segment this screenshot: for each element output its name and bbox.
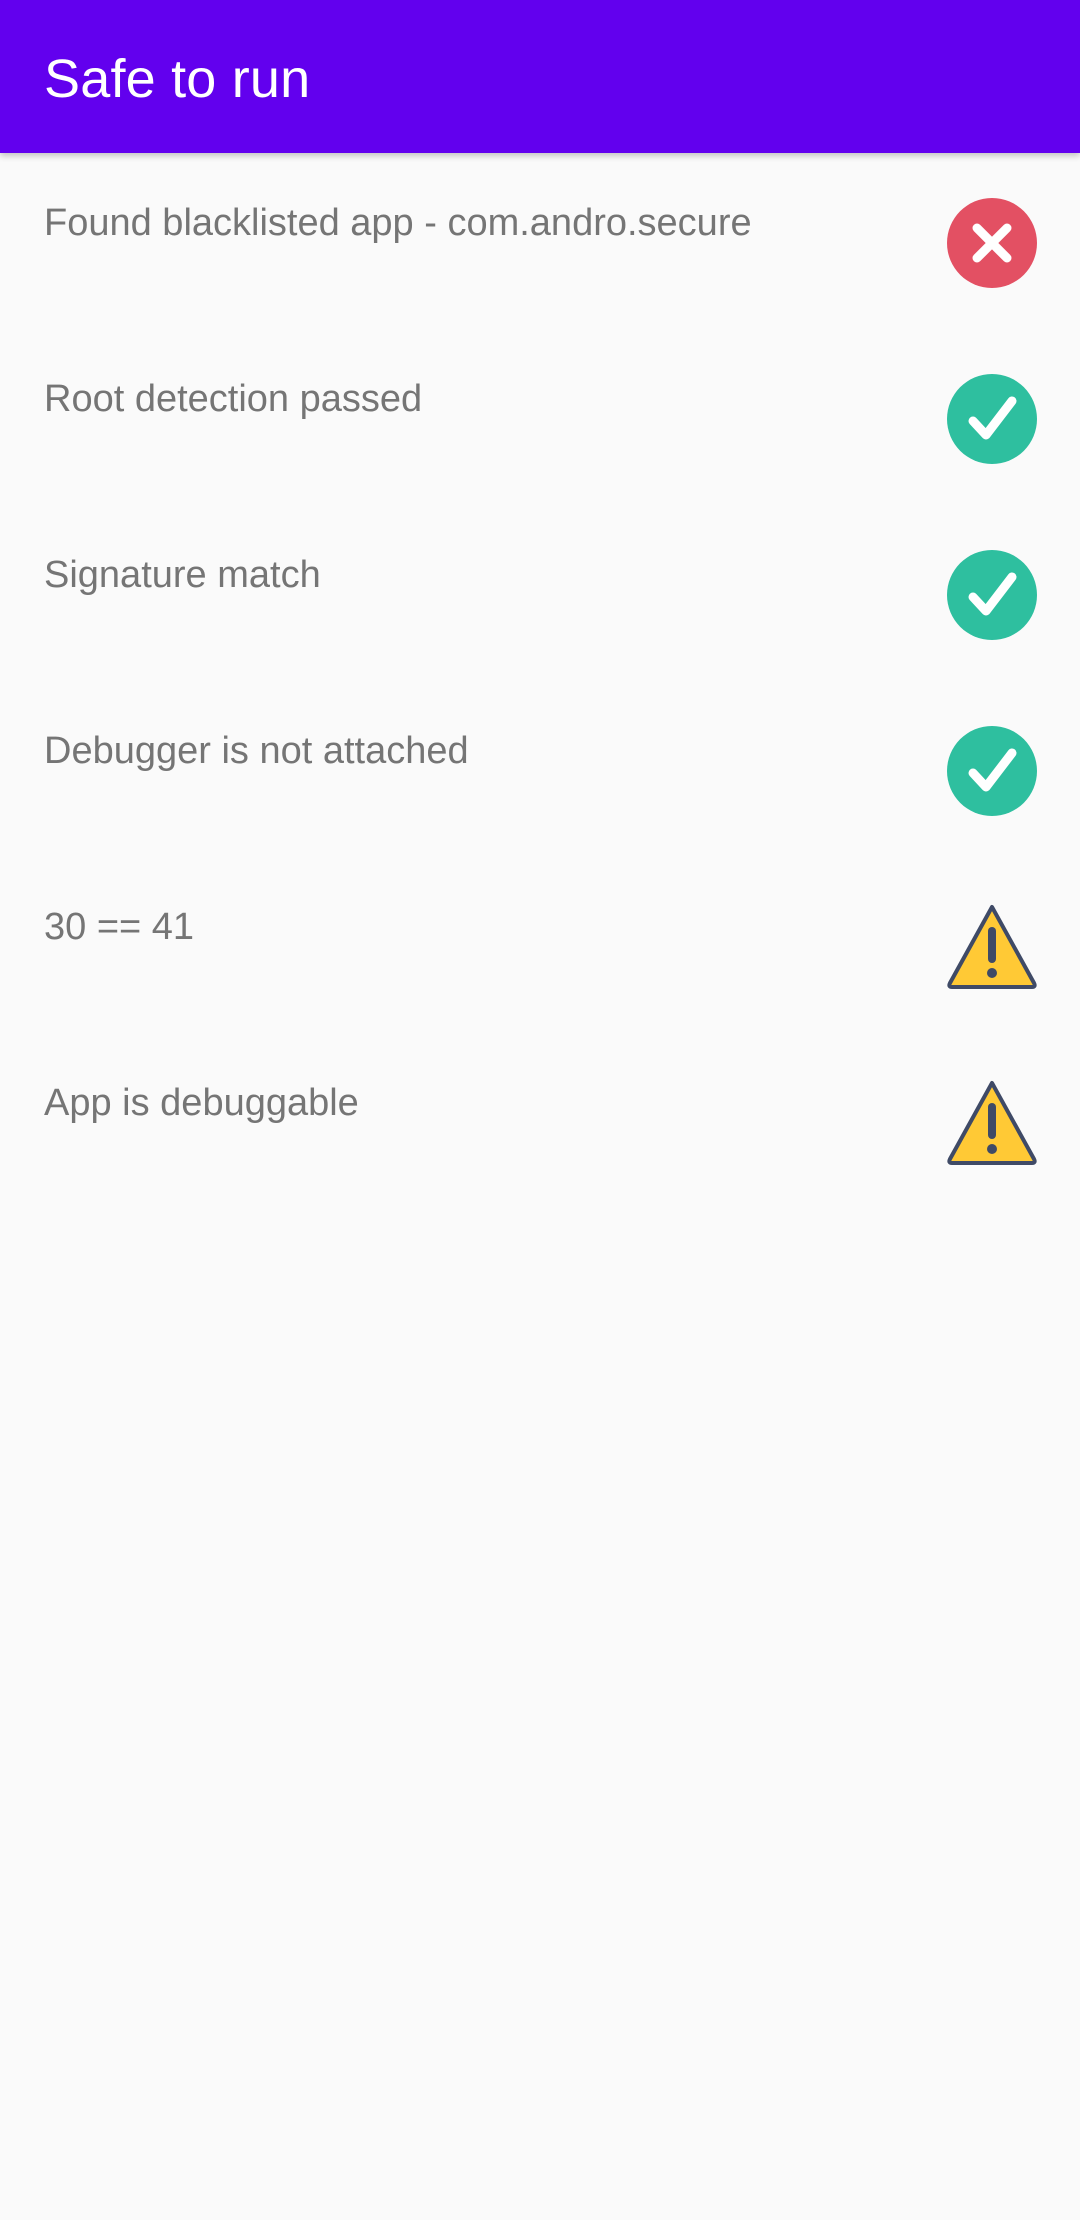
check-row-root-detection: Root detection passed: [0, 329, 1080, 505]
check-label: Signature match: [44, 554, 321, 596]
warning-triangle-icon: [946, 1077, 1038, 1169]
check-label: Found blacklisted app - com.andro.secure: [44, 202, 752, 244]
check-label: Debugger is not attached: [44, 730, 469, 772]
check-row-comparison: 30 == 41: [0, 857, 1080, 1033]
check-circle-icon: [946, 725, 1038, 817]
app-title: Safe to run: [44, 49, 311, 109]
app-bar: Safe to run: [0, 0, 1080, 153]
warning-triangle-icon: [946, 901, 1038, 993]
check-label: 30 == 41: [44, 906, 195, 948]
check-row-debuggable: App is debuggable: [0, 1033, 1080, 1209]
check-circle-icon: [946, 373, 1038, 465]
check-label: App is debuggable: [44, 1082, 359, 1124]
error-circle-icon: [946, 197, 1038, 289]
check-row-blacklisted-app: Found blacklisted app - com.andro.secure: [0, 153, 1080, 329]
check-list: Found blacklisted app - com.andro.secure…: [0, 153, 1080, 1209]
check-row-signature: Signature match: [0, 505, 1080, 681]
check-circle-icon: [946, 549, 1038, 641]
check-label: Root detection passed: [44, 378, 423, 420]
check-row-debugger: Debugger is not attached: [0, 681, 1080, 857]
